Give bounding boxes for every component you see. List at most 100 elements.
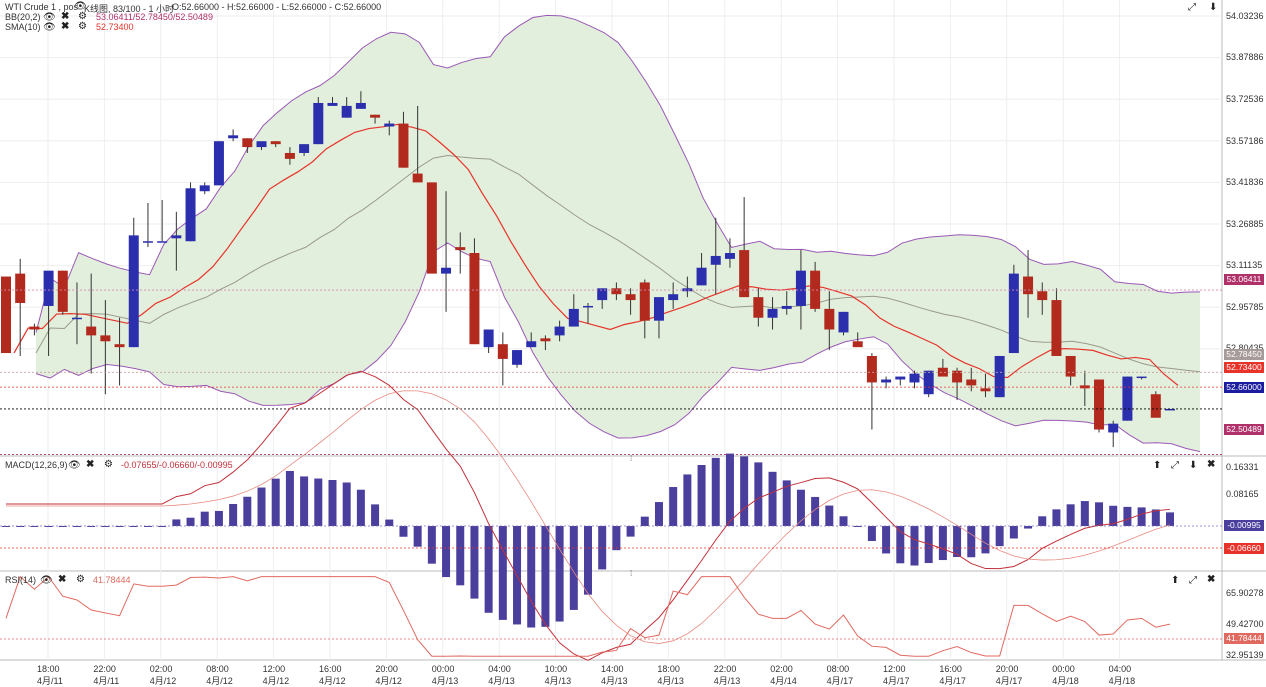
- bull-candle: [568, 308, 579, 327]
- macd-histogram-bar: [356, 489, 365, 526]
- date-tick: 4月/18: [1108, 676, 1136, 686]
- date-tick: 4月/17: [995, 676, 1023, 686]
- macd-histogram-bar: [385, 519, 394, 526]
- time-tick: 00:00: [431, 664, 455, 674]
- arrow-up-icon[interactable]: ⬆: [1153, 461, 1161, 471]
- bull-candle: [142, 241, 153, 243]
- date-tick: 4月/12: [262, 676, 290, 686]
- macd-histogram-bar: [456, 526, 465, 586]
- bull-candle: [441, 267, 452, 274]
- price-tick: 53.87886: [1226, 52, 1264, 62]
- macd-histogram-bar: [740, 456, 749, 526]
- macd-tick: 0.08165: [1226, 489, 1259, 499]
- date-tick: 4月/17: [939, 676, 966, 686]
- bear-candle: [270, 141, 281, 145]
- bear-candle: [469, 253, 480, 345]
- date-tick: 4月/17: [883, 676, 910, 686]
- macd-values: -0.07655/-0.06660/-0.00995: [121, 460, 233, 470]
- arrow-down-icon[interactable]: ⬇: [1209, 3, 1217, 13]
- bull-candle: [157, 241, 168, 243]
- close-icon[interactable]: ✖: [58, 575, 66, 585]
- macd-histogram-bar: [442, 526, 451, 578]
- macd-histogram-bar: [271, 478, 280, 526]
- bear-candle: [852, 341, 863, 348]
- close-icon[interactable]: ✖: [86, 460, 94, 470]
- bull-candle: [213, 141, 224, 186]
- bear-candle: [86, 326, 97, 336]
- date-tick: 4月/13: [488, 676, 515, 686]
- macd-histogram-bar: [1009, 526, 1018, 539]
- macd-histogram-bar: [186, 517, 195, 526]
- bull-candle: [838, 311, 849, 333]
- chart-canvas[interactable]: ⁞⁞: [0, 0, 1266, 684]
- bear-candle: [966, 379, 977, 386]
- bear-candle: [1023, 276, 1034, 295]
- bull-candle: [1136, 376, 1147, 379]
- bull-candle: [583, 305, 593, 308]
- bull-candle: [554, 326, 565, 336]
- macd-histogram-bar: [725, 453, 734, 526]
- bull-candle: [710, 255, 721, 265]
- macd-histogram-bar: [371, 504, 380, 526]
- expand-icon[interactable]: ⤢: [1189, 576, 1197, 586]
- bull-candle: [881, 379, 892, 383]
- close-icon[interactable]: ✖: [1207, 575, 1215, 585]
- time-tick: 08:00: [826, 664, 850, 674]
- bear-candle: [1065, 355, 1076, 377]
- macd-histogram-bar: [555, 526, 564, 622]
- gear-icon[interactable]: ⚙: [76, 575, 85, 585]
- bull-candle: [256, 141, 267, 148]
- macd-histogram-bar: [584, 526, 592, 595]
- macd-histogram-bar: [683, 474, 692, 526]
- time-tick: 04:00: [488, 664, 511, 674]
- expand-icon[interactable]: ⤢: [1188, 3, 1196, 13]
- gear-icon[interactable]: ⚙: [78, 22, 87, 32]
- close-icon[interactable]: ✖: [1207, 460, 1215, 470]
- price-tick: 53.26885: [1226, 219, 1264, 229]
- time-tick: 10:00: [544, 664, 568, 674]
- bull-candle: [512, 350, 523, 365]
- arrow-down-icon[interactable]: ⬇: [1189, 461, 1197, 471]
- time-tick: 12:00: [883, 664, 906, 674]
- bear-candle: [284, 152, 295, 159]
- eye-icon[interactable]: 👁: [68, 461, 81, 471]
- price-tick: 52.95785: [1226, 302, 1264, 312]
- close-icon[interactable]: ✖: [61, 22, 69, 32]
- eye-icon[interactable]: 👁: [40, 576, 53, 586]
- date-tick: 4月/14: [770, 676, 797, 686]
- expand-icon[interactable]: ⤢: [1171, 461, 1179, 471]
- macd-histogram-bar: [995, 526, 1004, 547]
- eye-icon[interactable]: 👁: [43, 23, 56, 33]
- bear-candle: [625, 294, 636, 301]
- macd-histogram-bar: [200, 511, 209, 526]
- bull-candle: [171, 235, 182, 239]
- bull-candle: [781, 305, 792, 309]
- time-tick: 00:00: [1052, 664, 1075, 674]
- sma-value: 52.73400: [96, 22, 134, 32]
- bull-candle: [43, 270, 54, 306]
- gear-icon[interactable]: ⚙: [104, 460, 113, 470]
- date-tick: 4月/17: [826, 676, 854, 686]
- bull-candle: [199, 185, 210, 192]
- bull-candle: [895, 376, 906, 380]
- bull-candle: [341, 105, 352, 118]
- bull-candle: [128, 235, 139, 348]
- bear-candle: [980, 388, 991, 392]
- macd-histogram-bar: [612, 526, 621, 551]
- time-tick: 14:00: [601, 664, 624, 674]
- bear-candle: [810, 270, 821, 309]
- bear-candle: [242, 138, 253, 148]
- bull-candle: [1108, 423, 1119, 433]
- rsi-tick: 32.95139: [1226, 650, 1264, 660]
- macd-histogram-bar: [229, 504, 238, 526]
- arrow-up-icon[interactable]: ⬆: [1171, 576, 1179, 586]
- macd-histogram-bar: [867, 526, 876, 541]
- bull-candle: [909, 373, 920, 383]
- bull-candle: [526, 341, 537, 348]
- macd-histogram-bar: [882, 526, 891, 554]
- macd-histogram-bar: [711, 457, 720, 526]
- macd-histogram-bar: [527, 526, 536, 628]
- bear-candle: [57, 270, 68, 312]
- macd-histogram-bar: [953, 526, 962, 558]
- bb-lower-tag: 52.50489: [1224, 424, 1264, 435]
